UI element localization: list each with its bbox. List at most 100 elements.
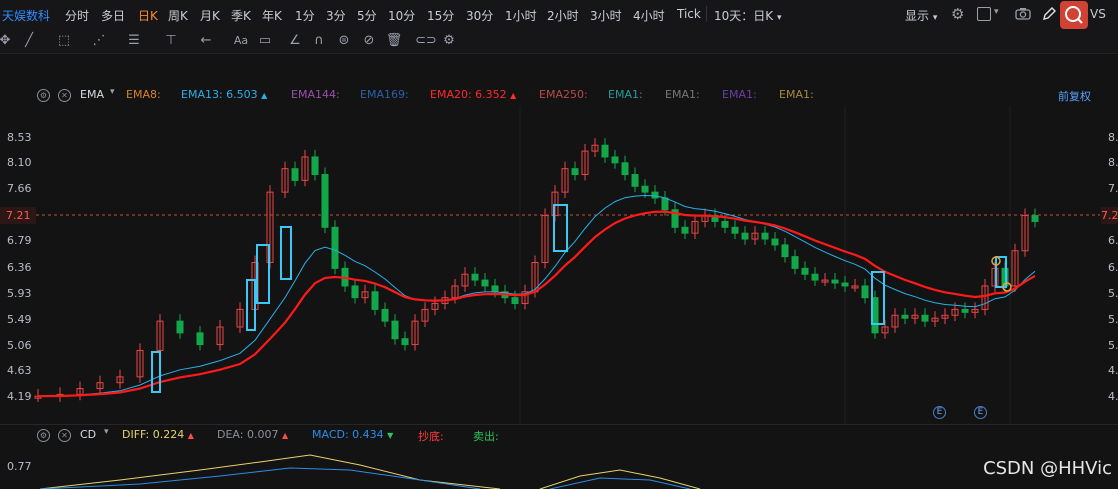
ema-legend-label: EMA8: bbox=[126, 88, 161, 101]
price-axis-label-right: 5.49 bbox=[1108, 313, 1118, 326]
price-axis-label-right: 4.63 bbox=[1108, 364, 1118, 377]
candle-body bbox=[771, 238, 779, 246]
price-axis-label: 6.79 bbox=[7, 234, 32, 247]
price-axis-label-right: 6.79 bbox=[1108, 234, 1118, 247]
macd-indicator-name[interactable]: CD bbox=[80, 428, 96, 441]
price-axis-label: 5.93 bbox=[7, 287, 32, 300]
signal-box bbox=[246, 279, 256, 331]
candle-body bbox=[196, 332, 204, 346]
up-arrow-icon: ▲ bbox=[510, 91, 517, 100]
ema-legend-label: EMA250: bbox=[539, 88, 588, 101]
price-axis-label: 8.10 bbox=[7, 156, 32, 169]
ema-legend-item: EMA8: bbox=[126, 88, 161, 101]
macd-axis-label: 0.77 bbox=[7, 460, 32, 473]
price-axis-label: 8.53 bbox=[7, 131, 32, 144]
indicator-settings-icon[interactable]: ⚙ bbox=[37, 89, 50, 102]
price-axis-label-right: 8.10 bbox=[1108, 156, 1118, 169]
macd-legend-label: MACD: bbox=[312, 428, 349, 441]
macd-legend-label: DEA: bbox=[217, 428, 244, 441]
macd-legend-value: 0.224 bbox=[149, 428, 188, 441]
ema-legend-item: EMA13: 6.503 ▲ bbox=[181, 88, 267, 101]
up-arrow-icon: ▲ bbox=[187, 431, 194, 440]
macd-legend-value: 0.434 bbox=[348, 428, 388, 441]
indicator-close-icon[interactable]: ✕ bbox=[58, 89, 71, 102]
current-price-tag: 7.21 bbox=[0, 207, 36, 224]
macd-legend-item: DEA: 0.007 ▲ bbox=[217, 428, 288, 441]
candle-body bbox=[801, 267, 809, 275]
candle-body bbox=[651, 191, 659, 199]
candle-body bbox=[491, 285, 499, 293]
price-axis-label-right: 6.36 bbox=[1108, 261, 1118, 274]
signal-box bbox=[553, 204, 568, 252]
ema-legend-item: EMA1: bbox=[722, 88, 757, 101]
watermark: CSDN @HHVic bbox=[983, 458, 1112, 479]
macd-legend-label: 卖出: bbox=[473, 430, 499, 443]
macd-legend-item: 卖出: bbox=[473, 428, 499, 444]
candle-body bbox=[841, 282, 849, 287]
ema-legend-item: EMA1: bbox=[779, 88, 814, 101]
chevron-down-icon[interactable]: ▾ bbox=[110, 87, 115, 97]
indicator-close-icon[interactable]: ✕ bbox=[58, 429, 71, 442]
event-badge[interactable]: E bbox=[933, 406, 946, 419]
candle-body bbox=[641, 185, 649, 193]
ema-legend-label: EMA20: bbox=[430, 88, 472, 101]
candle-body bbox=[611, 156, 619, 164]
candle-body bbox=[631, 174, 639, 187]
ema-legend-label: EMA1: bbox=[779, 88, 814, 101]
candle-body bbox=[811, 273, 819, 281]
price-axis-label: 7.66 bbox=[7, 182, 32, 195]
candle-body bbox=[291, 168, 299, 181]
macd-legend-item: DIFF: 0.224 ▲ bbox=[122, 428, 194, 441]
candle-body bbox=[351, 285, 359, 299]
candle-body bbox=[921, 314, 929, 322]
ema-legend-label: EMA1: bbox=[722, 88, 757, 101]
candle-body bbox=[176, 320, 184, 334]
candle-body bbox=[781, 244, 789, 258]
ema13-line bbox=[37, 194, 1036, 397]
ema-legend-item: EMA250: bbox=[539, 88, 588, 101]
up-arrow-icon: ▲ bbox=[261, 91, 268, 100]
adjust-toggle[interactable]: 前复权 bbox=[1058, 88, 1091, 104]
ema-legend-label: EMA169: bbox=[360, 88, 409, 101]
candle-body bbox=[571, 168, 579, 176]
candle-body bbox=[791, 256, 799, 269]
ema-legend-item: EMA144: bbox=[291, 88, 340, 101]
candle-body bbox=[721, 220, 729, 228]
pane-divider bbox=[0, 424, 1118, 425]
candle-body bbox=[601, 144, 609, 158]
ema-legend-label: EMA1: bbox=[665, 88, 700, 101]
signal-box bbox=[280, 226, 292, 280]
candle-body bbox=[681, 226, 689, 234]
event-badge[interactable]: E bbox=[974, 406, 987, 419]
candle-body bbox=[861, 285, 869, 299]
main-indicator-name[interactable]: EMA bbox=[80, 88, 104, 101]
macd-legend-label: 抄底: bbox=[418, 430, 444, 443]
price-axis-label-right: 4.19 bbox=[1108, 390, 1118, 403]
candle-body bbox=[761, 232, 769, 240]
candle-body bbox=[731, 226, 739, 234]
ema-legend-label: EMA13: bbox=[181, 88, 223, 101]
price-axis-label-right: 5.93 bbox=[1108, 287, 1118, 300]
price-axis-label-right: 8.53 bbox=[1108, 131, 1118, 144]
indicator-settings-icon[interactable]: ⚙ bbox=[37, 429, 50, 442]
macd-legend-label: DIFF: bbox=[122, 428, 150, 441]
chevron-down-icon[interactable]: ▾ bbox=[104, 427, 109, 437]
current-price-tag-right: 7.21 bbox=[1101, 207, 1118, 224]
candle-body bbox=[481, 279, 489, 287]
price-axis-label: 4.63 bbox=[7, 364, 32, 377]
dea-line bbox=[549, 477, 691, 489]
candle-body bbox=[901, 314, 909, 319]
price-chart[interactable] bbox=[0, 0, 1118, 489]
signal-box bbox=[151, 351, 161, 393]
candle-body bbox=[1031, 215, 1039, 222]
ema-legend-value: 6.352 bbox=[471, 88, 511, 101]
candle-body bbox=[621, 162, 629, 176]
price-axis-label: 5.49 bbox=[7, 313, 32, 326]
up-arrow-icon: ▲ bbox=[281, 431, 289, 440]
ema-legend-item: EMA1: bbox=[665, 88, 700, 101]
ema-legend-item: EMA20: 6.352 ▲ bbox=[430, 88, 516, 101]
ema-legend-item: EMA1: bbox=[608, 88, 643, 101]
price-axis-label: 5.06 bbox=[7, 339, 32, 352]
price-axis-label-right: 7.66 bbox=[1108, 182, 1118, 195]
candle-body bbox=[961, 308, 969, 313]
